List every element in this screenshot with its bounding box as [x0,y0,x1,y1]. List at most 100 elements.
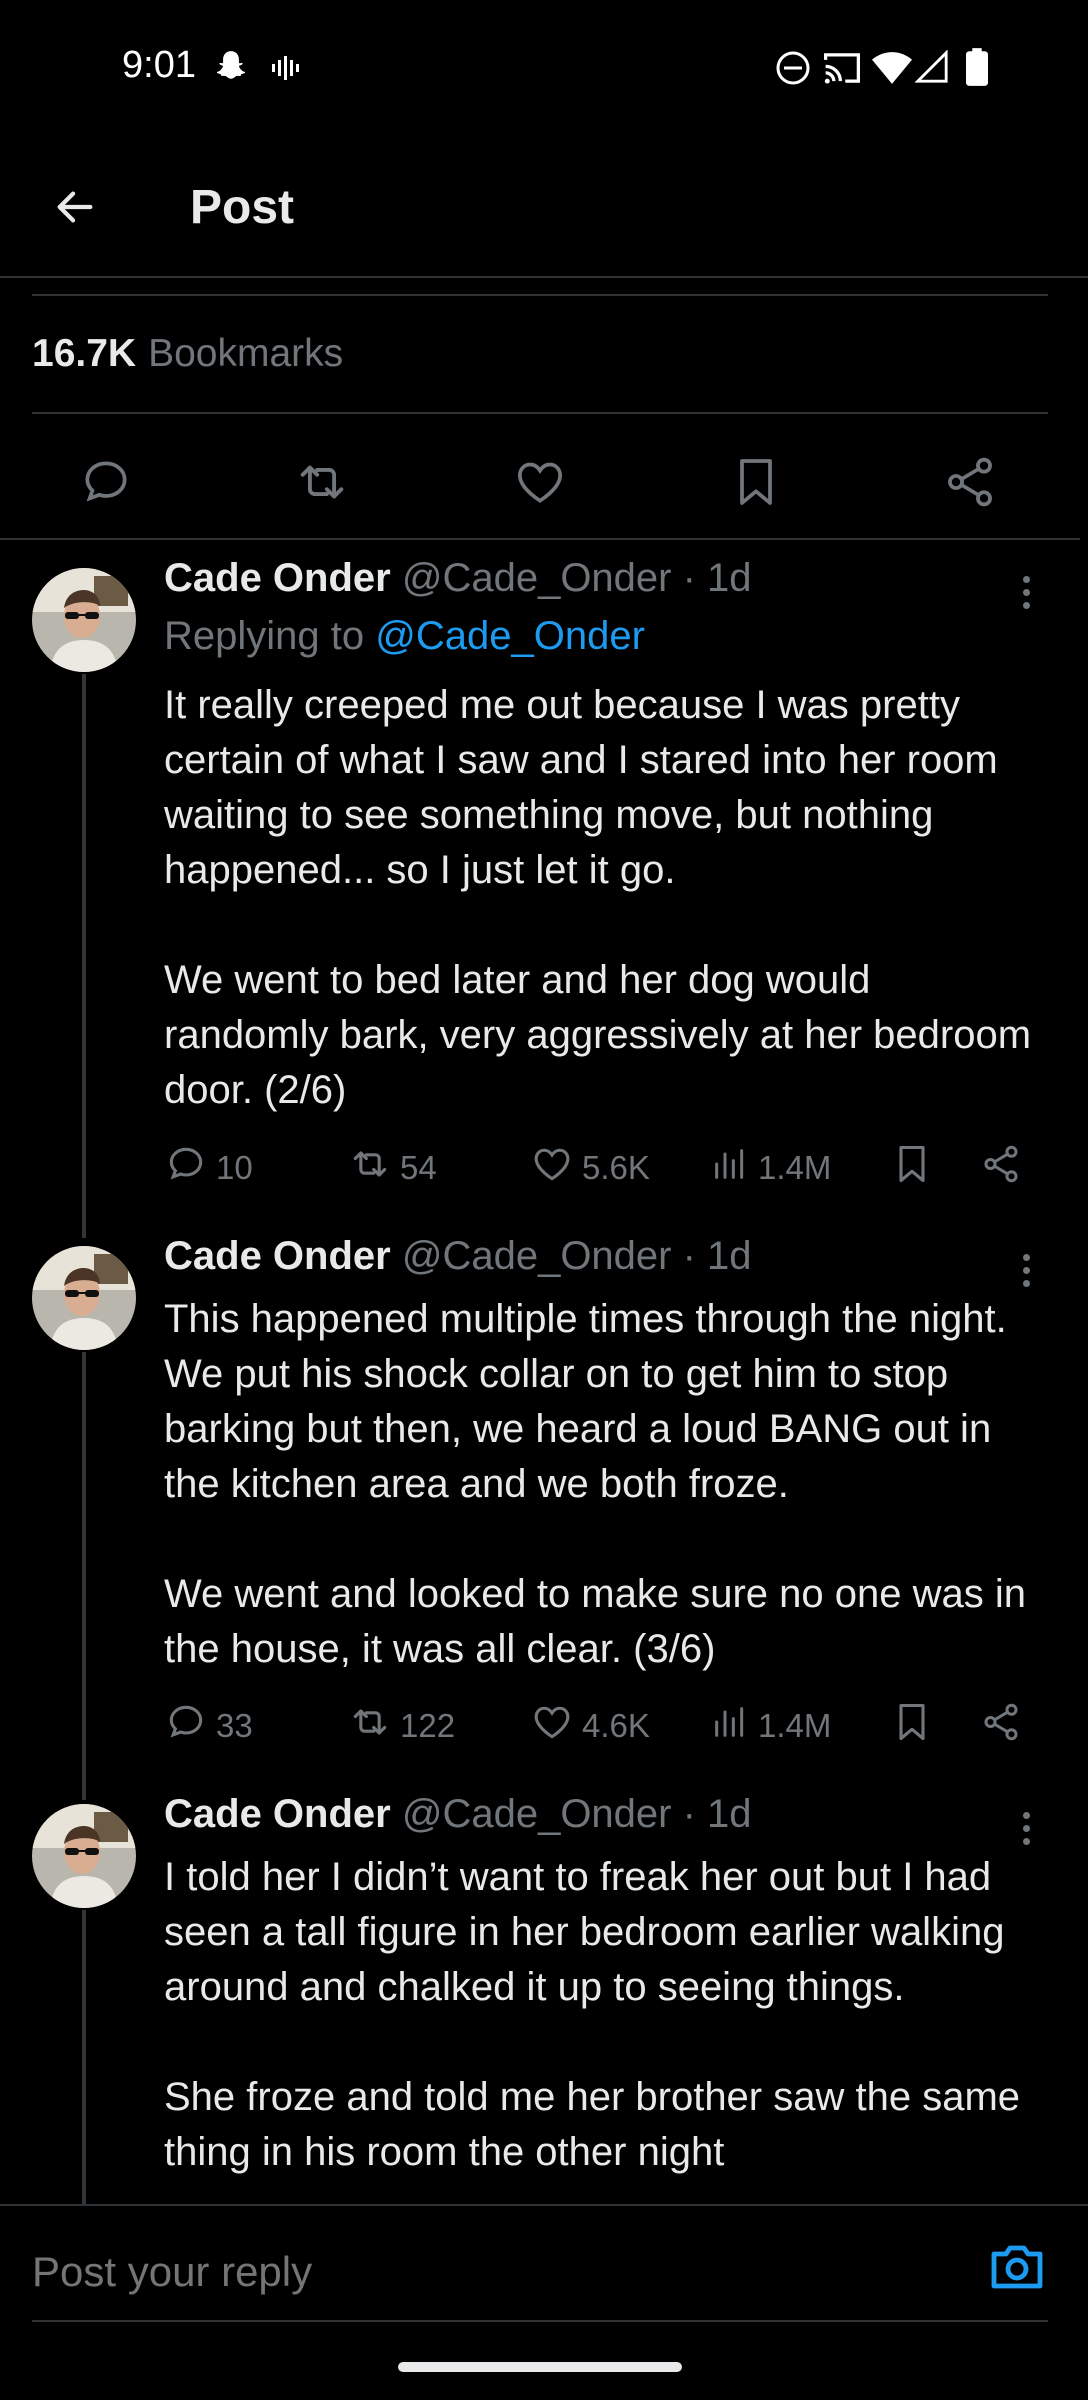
share-button[interactable] [980,1696,1022,1756]
share-icon [942,454,998,515]
view-count: 1.4M [758,1707,832,1744]
like-button[interactable] [502,446,578,522]
reply-icon [78,454,134,515]
camera-icon [988,2245,1046,2296]
repost-button[interactable]: 122 [348,1696,455,1756]
bookmark-icon [728,454,784,515]
more-options-button[interactable] [1010,568,1042,616]
share-button[interactable] [932,446,1008,522]
heart-icon [530,1700,574,1752]
back-button[interactable] [40,174,110,244]
reply-button[interactable]: 33 [164,1696,253,1756]
arrow-left-icon [52,184,98,235]
post-header: Cade Onder @Cade_Onder · 1d [164,1234,752,1279]
post-action-bar [0,428,1088,538]
cast-icon [822,50,862,91]
author-name[interactable]: Cade Onder [164,1234,391,1278]
wifi-icon [872,52,912,89]
bookmark-button[interactable] [890,1138,934,1198]
post-header: Cade Onder @Cade_Onder · 1d [164,1792,752,1837]
post-paragraph: She froze and told me her brother saw th… [164,2075,1021,2174]
post-paragraph: I told her I didn’t want to freak her ou… [164,1855,1005,2009]
more-options-button[interactable] [1010,1804,1042,1852]
thread-post[interactable]: Cade Onder @Cade_Onder · 1d I told her I… [0,1792,1088,2204]
more-options-button[interactable] [1010,1246,1042,1294]
repost-count: 122 [400,1707,456,1744]
like-button[interactable]: 4.6K [530,1696,650,1756]
reply-input[interactable] [32,2248,932,2296]
bookmark-count: 16.7K [32,332,137,375]
repost-button[interactable] [284,446,360,522]
replying-to: Replying to @Cade_Onder [164,614,645,659]
divider [32,412,1048,414]
top-app-bar: Post [0,130,1088,278]
author-name[interactable]: Cade Onder [164,1792,391,1836]
bookmark-button[interactable] [718,446,794,522]
post-paragraph: We went to bed later and her dog would r… [164,958,1032,1112]
repost-icon [348,1700,392,1752]
thread-post[interactable]: Cade Onder @Cade_Onder · 1d Replying to … [0,556,1088,1206]
post-text: It really creeped me out because I was p… [164,678,1044,1118]
bar-chart-icon [710,1702,750,1750]
like-count: 5.6K [582,1149,650,1186]
avatar[interactable] [32,1246,136,1350]
bookmark-icon [890,1142,934,1194]
repost-icon [293,453,351,516]
post-text: I told her I didn’t want to freak her ou… [164,1850,1044,2180]
reply-icon [164,1142,208,1194]
author-handle-time: @Cade_Onder · 1d [401,1792,752,1836]
like-count: 4.6K [582,1707,650,1744]
bookmark-label: Bookmarks [148,332,344,375]
voice-recorder-icon [270,54,304,87]
avatar[interactable] [32,1804,136,1908]
avatar[interactable] [32,568,136,672]
reply-button[interactable]: 10 [164,1138,253,1198]
home-indicator[interactable] [398,2362,682,2372]
replying-prefix: Replying to [164,614,365,658]
status-time: 9:01 [122,44,196,86]
reply-count: 33 [216,1707,253,1744]
battery-icon [966,48,988,91]
reply-button[interactable] [68,446,144,522]
post-action-bar: 33 122 4.6K 1.4M [0,1696,1088,1756]
reply-composer [0,2204,1088,2322]
post-paragraph: This happened multiple times through the… [164,1297,1007,1506]
reply-count: 10 [216,1149,253,1186]
thread-post[interactable]: Cade Onder @Cade_Onder · 1d This happene… [0,1234,1088,1764]
share-button[interactable] [980,1138,1022,1198]
post-header: Cade Onder @Cade_Onder · 1d [164,556,752,601]
heart-icon [530,1142,574,1194]
cellular-signal-icon [914,49,949,89]
page-title: Post [190,181,295,234]
author-name[interactable]: Cade Onder [164,556,391,600]
author-handle-time: @Cade_Onder · 1d [401,1234,752,1278]
bookmark-button[interactable] [890,1696,934,1756]
author-handle-time: @Cade_Onder · 1d [401,556,752,600]
view-count: 1.4M [758,1149,832,1186]
divider [32,294,1048,296]
share-icon [980,1701,1022,1751]
heart-icon [512,454,568,515]
post-paragraph: It really creeped me out because I was p… [164,683,998,892]
reply-icon [164,1700,208,1752]
bookmarks-stat[interactable]: 16.7K Bookmarks [32,332,343,376]
camera-button[interactable] [988,2242,1046,2292]
post-text: This happened multiple times through the… [164,1292,1044,1677]
views-button[interactable]: 1.4M [710,1138,831,1198]
repost-icon [348,1142,392,1194]
bar-chart-icon [710,1144,750,1192]
post-action-bar: 10 54 5.6K 1.4M [0,1138,1088,1198]
snapchat-icon [212,48,250,91]
repost-button[interactable]: 54 [348,1138,437,1198]
bookmark-icon [890,1700,934,1752]
share-icon [980,1143,1022,1193]
divider [32,2320,1048,2322]
divider [0,538,1080,540]
repost-count: 54 [400,1149,437,1186]
do-not-disturb-icon [775,50,811,91]
post-paragraph: We went and looked to make sure no one w… [164,1572,1026,1671]
status-bar: 9:01 [0,0,1088,130]
replying-handle-link[interactable]: @Cade_Onder [375,614,645,658]
views-button[interactable]: 1.4M [710,1696,831,1756]
like-button[interactable]: 5.6K [530,1138,650,1198]
